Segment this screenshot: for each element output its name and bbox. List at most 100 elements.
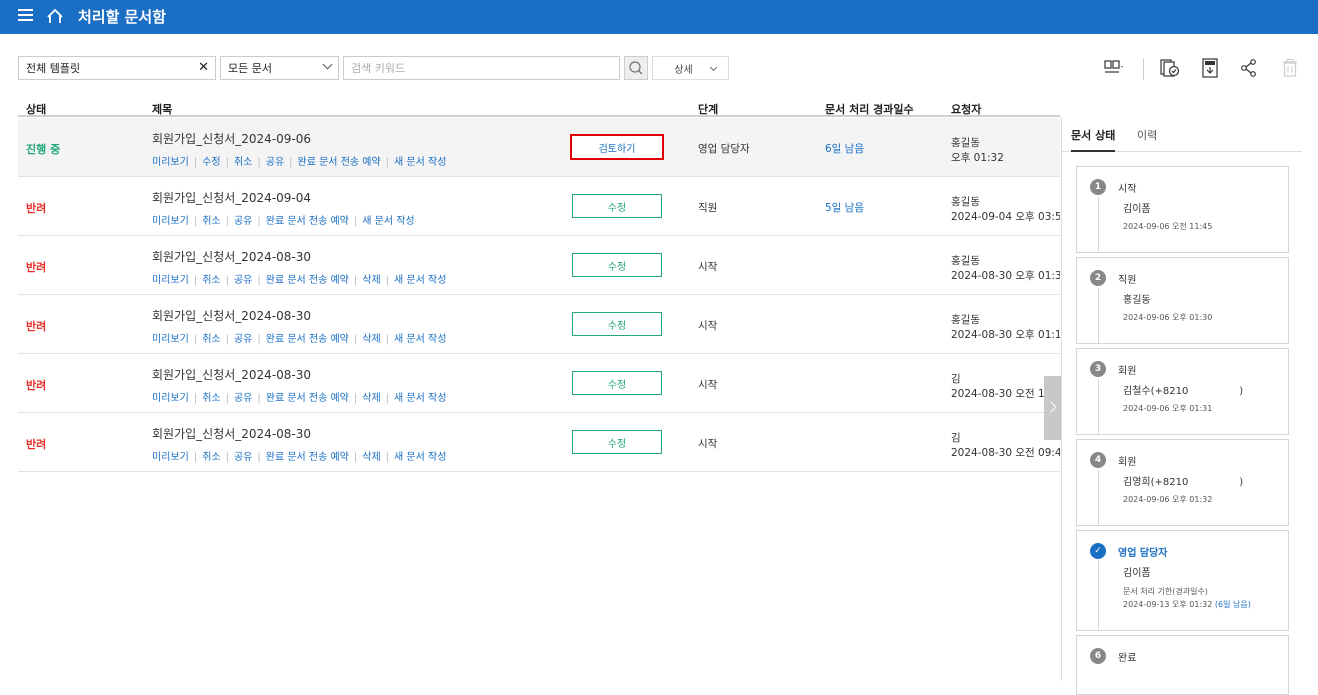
doc-type-select[interactable]: 모든 문서 bbox=[220, 56, 339, 80]
table-row[interactable]: 반려 회원가입_신청서_2024-08-30 미리보기 | 취소 | 공유 | 완료 문서 … bbox=[18, 354, 1060, 413]
schedule-link[interactable]: 완료 문서 전송 예약 bbox=[266, 275, 349, 286]
request-time: 2024-09-04 오후 03:57 bbox=[951, 211, 1060, 223]
cancel-link[interactable]: 취소 bbox=[202, 393, 220, 404]
step-card: 6 완료 bbox=[1076, 635, 1289, 695]
document-title[interactable]: 회원가입_신청서_2024-09-04 bbox=[152, 189, 311, 206]
cancel-link[interactable]: 취소 bbox=[202, 275, 220, 286]
review-button[interactable]: 검토하기 bbox=[570, 134, 664, 160]
share-link[interactable]: 공유 bbox=[234, 275, 252, 286]
step-date: 2024-09-06 오후 01:31 bbox=[1123, 404, 1213, 413]
home-icon[interactable] bbox=[46, 7, 64, 25]
column-layout-icon[interactable] bbox=[1103, 58, 1125, 78]
step-stage: 시작 bbox=[1118, 184, 1137, 195]
share-link[interactable]: 공유 bbox=[234, 216, 252, 227]
header-requester: 요청자 bbox=[951, 103, 982, 116]
edit-button[interactable]: 수정 bbox=[572, 312, 662, 336]
preview-link[interactable]: 미리보기 bbox=[152, 216, 189, 227]
share-link[interactable]: 공유 bbox=[234, 334, 252, 345]
table-row[interactable]: 반려 회원가입_신청서_2024-09-04 미리보기 | 취소 | 공유 | 완료 문서 … bbox=[18, 177, 1060, 236]
preview-link[interactable]: 미리보기 bbox=[152, 393, 189, 404]
new-document-link[interactable]: 새 문서 작성 bbox=[394, 393, 446, 404]
cancel-link[interactable]: 취소 bbox=[202, 334, 220, 345]
detail-label: 상세 bbox=[674, 64, 693, 76]
search-input[interactable] bbox=[351, 61, 619, 75]
edit-button[interactable]: 수정 bbox=[572, 194, 662, 218]
edit-button[interactable]: 수정 bbox=[572, 253, 662, 277]
edit-link[interactable]: 수정 bbox=[202, 157, 220, 168]
download-pdf-icon[interactable] bbox=[1199, 58, 1221, 78]
step-card: 2 직원 홍길동 2024-09-06 오후 01:30 bbox=[1076, 257, 1289, 344]
preview-link[interactable]: 미리보기 bbox=[152, 334, 189, 345]
document-title[interactable]: 회원가입_신청서_2024-08-30 bbox=[152, 248, 311, 265]
table-row[interactable]: 반려 회원가입_신청서_2024-08-30 미리보기 | 취소 | 공유 | 완료 문서 … bbox=[18, 413, 1060, 472]
new-document-link[interactable]: 새 문서 작성 bbox=[394, 452, 446, 463]
row-actions: 미리보기 | 취소 | 공유 | 완료 문서 전송 예약 | 삭제 | 새 문서 작성 bbox=[152, 275, 447, 286]
share-icon[interactable] bbox=[1238, 58, 1260, 78]
timeline-line bbox=[1098, 379, 1099, 434]
new-document-link[interactable]: 새 문서 작성 bbox=[394, 334, 446, 345]
document-title[interactable]: 회원가입_신청서_2024-08-30 bbox=[152, 425, 311, 442]
tab-document-status[interactable]: 문서 상태 bbox=[1071, 127, 1116, 152]
search-field[interactable] bbox=[343, 56, 620, 80]
search-button[interactable] bbox=[624, 56, 648, 80]
preview-link[interactable]: 미리보기 bbox=[152, 452, 189, 463]
requester-name: 홍길동 bbox=[951, 196, 980, 208]
new-document-link[interactable]: 새 문서 작성 bbox=[362, 216, 414, 227]
requester-name: 홍길동 bbox=[951, 255, 980, 267]
preview-link[interactable]: 미리보기 bbox=[152, 157, 189, 168]
cancel-link[interactable]: 취소 bbox=[202, 452, 220, 463]
new-document-link[interactable]: 새 문서 작성 bbox=[394, 275, 446, 286]
table-row[interactable]: 반려 회원가입_신청서_2024-08-30 미리보기 | 취소 | 공유 | 완료 문서 … bbox=[18, 295, 1060, 354]
document-title[interactable]: 회원가입_신청서_2024-09-06 bbox=[152, 130, 311, 147]
delete-link[interactable]: 삭제 bbox=[362, 275, 380, 286]
request-time: 2024-08-30 오후 01:16 bbox=[951, 329, 1060, 341]
step-number-badge: 2 bbox=[1090, 270, 1106, 286]
cancel-link[interactable]: 취소 bbox=[234, 157, 252, 168]
schedule-link[interactable]: 완료 문서 전송 예약 bbox=[298, 157, 381, 168]
approve-document-icon[interactable] bbox=[1159, 58, 1181, 78]
document-status-panel: 문서 상태 이력 1 시작 김이폼 2024-09-06 오전 11:45 2 … bbox=[1061, 117, 1318, 695]
delete-link[interactable]: 삭제 bbox=[362, 393, 380, 404]
schedule-link[interactable]: 완료 문서 전송 예약 bbox=[266, 334, 349, 345]
share-link[interactable]: 공유 bbox=[234, 393, 252, 404]
days-remaining: 6일 남음 bbox=[825, 143, 864, 155]
edit-button[interactable]: 수정 bbox=[572, 371, 662, 395]
schedule-link[interactable]: 완료 문서 전송 예약 bbox=[266, 452, 349, 463]
row-actions: 미리보기 | 취소 | 공유 | 완료 문서 전송 예약 | 삭제 | 새 문서 작성 bbox=[152, 393, 447, 404]
tab-history[interactable]: 이력 bbox=[1137, 127, 1157, 143]
share-link[interactable]: 공유 bbox=[234, 452, 252, 463]
header-stage: 단계 bbox=[698, 103, 719, 116]
table-row[interactable]: 반려 회원가입_신청서_2024-08-30 미리보기 | 취소 | 공유 | 완료 문서 … bbox=[18, 236, 1060, 295]
collapse-panel-button[interactable] bbox=[1044, 376, 1061, 440]
stage-text: 영업 담당자 bbox=[698, 143, 750, 155]
delete-link[interactable]: 삭제 bbox=[362, 334, 380, 345]
new-document-link[interactable]: 새 문서 작성 bbox=[394, 157, 446, 168]
step-card: 4 회원 김영희(+8210 ) 2024-09-06 오후 01:32 bbox=[1076, 439, 1289, 526]
detail-filter-button[interactable]: 상세 bbox=[652, 56, 729, 80]
status-label: 반려 bbox=[26, 379, 47, 392]
request-time: 2024-08-30 오전 09:43 bbox=[951, 447, 1060, 459]
schedule-link[interactable]: 완료 문서 전송 예약 bbox=[266, 393, 349, 404]
stage-text: 시작 bbox=[698, 261, 718, 273]
cancel-link[interactable]: 취소 bbox=[202, 216, 220, 227]
step-stage: 회원 bbox=[1118, 366, 1137, 377]
chevron-down-icon bbox=[322, 59, 333, 70]
hamburger-menu-icon[interactable] bbox=[18, 9, 33, 21]
status-label: 반려 bbox=[26, 438, 47, 451]
table-row[interactable]: 진행 중 회원가입_신청서_2024-09-06 미리보기 | 수정 | 취소 | 공유 | 완… bbox=[18, 118, 1060, 177]
schedule-link[interactable]: 완료 문서 전송 예약 bbox=[266, 216, 349, 227]
template-select[interactable]: 전체 템플릿 ✕ bbox=[18, 56, 216, 80]
document-title[interactable]: 회원가입_신청서_2024-08-30 bbox=[152, 366, 311, 383]
delete-link[interactable]: 삭제 bbox=[362, 452, 380, 463]
stage-text: 직원 bbox=[698, 202, 718, 214]
trash-icon[interactable] bbox=[1279, 58, 1301, 78]
days-remaining: 5일 남음 bbox=[825, 202, 864, 214]
step-stage: 영업 담당자 bbox=[1118, 548, 1168, 559]
document-title[interactable]: 회원가입_신청서_2024-08-30 bbox=[152, 307, 311, 324]
share-link[interactable]: 공유 bbox=[266, 157, 284, 168]
header-status: 상태 bbox=[26, 103, 47, 116]
clear-icon[interactable]: ✕ bbox=[198, 60, 209, 75]
check-icon: ✓ bbox=[1090, 543, 1106, 559]
preview-link[interactable]: 미리보기 bbox=[152, 275, 189, 286]
edit-button[interactable]: 수정 bbox=[572, 430, 662, 454]
